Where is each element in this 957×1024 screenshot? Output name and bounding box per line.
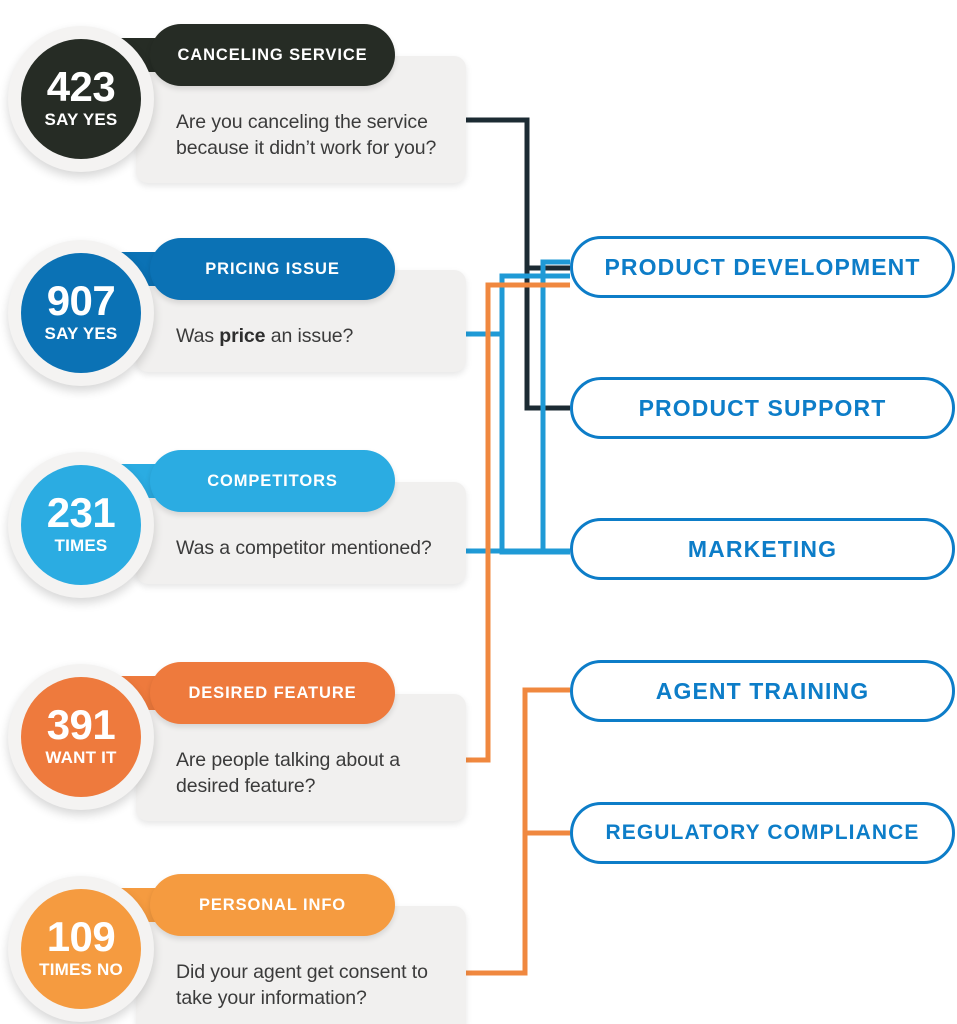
count-value: 907 [46, 277, 116, 325]
count-badge[interactable]: 109 TIMES NO [21, 889, 141, 1009]
count-caption: TIMES NO [39, 959, 123, 979]
count-badge[interactable]: 907 SAY YES [21, 253, 141, 373]
question-text-post: an issue? [265, 325, 354, 347]
outcome-pill-regulatory-compliance[interactable]: REGULATORY COMPLIANCE [570, 802, 955, 864]
question-label-text: CANCELING SERVICE [177, 45, 368, 64]
connector-pricing-to-marketing [499, 334, 570, 555]
question-text-pre: Was [176, 325, 220, 347]
count-caption: SAY YES [44, 323, 118, 343]
count-value: 423 [46, 63, 116, 111]
count-value: 109 [46, 913, 116, 961]
question-label-pill[interactable]: DESIRED FEATURE [150, 662, 395, 724]
outcome-label: MARKETING [687, 535, 838, 562]
infographic-diagram: Are you canceling the service because it… [0, 0, 957, 1024]
count-badge-ring: 231 TIMES [8, 452, 154, 598]
connector-canceling-to-support [524, 268, 570, 411]
count-value: 391 [46, 701, 116, 749]
connector-personal-to-regulatory [522, 690, 570, 836]
question-text-bold: price [219, 325, 266, 347]
outcome-label: PRODUCT DEVELOPMENT [604, 253, 921, 280]
count-badge[interactable]: 423 SAY YES [21, 39, 141, 159]
count-badge[interactable]: 231 TIMES [21, 465, 141, 585]
outcome-label: AGENT TRAINING [655, 677, 870, 704]
count-caption: TIMES [54, 535, 108, 555]
question-label-pill[interactable]: COMPETITORS [150, 450, 395, 512]
count-value: 231 [46, 489, 116, 537]
count-badge-ring: 907 SAY YES [8, 240, 154, 386]
outcome-pill-agent-training[interactable]: AGENT TRAINING [570, 660, 955, 722]
outcome-label: REGULATORY COMPLIANCE [605, 821, 920, 844]
count-badge-ring: 391 WANT IT [8, 664, 154, 810]
question-label-text: COMPETITORS [207, 471, 338, 490]
count-caption: WANT IT [45, 747, 117, 767]
question-label-text: PERSONAL INFO [198, 895, 347, 914]
question-label-pill[interactable]: PRICING ISSUE [150, 238, 395, 300]
question-label-pill[interactable]: CANCELING SERVICE [150, 24, 395, 86]
connector-canceling-to-outcomes [466, 117, 570, 271]
question-label-text: PRICING ISSUE [205, 259, 340, 278]
outcome-pill-marketing[interactable]: MARKETING [570, 518, 955, 580]
count-badge[interactable]: 391 WANT IT [21, 677, 141, 797]
outcome-pill-product-support[interactable]: PRODUCT SUPPORT [570, 377, 955, 439]
outcome-pill-product-development[interactable]: PRODUCT DEVELOPMENT [570, 236, 955, 298]
count-badge-ring: 423 SAY YES [8, 26, 154, 172]
outcome-label: PRODUCT SUPPORT [638, 394, 887, 421]
question-label-text: DESIRED FEATURE [188, 683, 357, 702]
question-label-pill[interactable]: PERSONAL INFO [150, 874, 395, 936]
count-caption: SAY YES [44, 109, 118, 129]
count-badge-ring: 109 TIMES NO [8, 876, 154, 1022]
